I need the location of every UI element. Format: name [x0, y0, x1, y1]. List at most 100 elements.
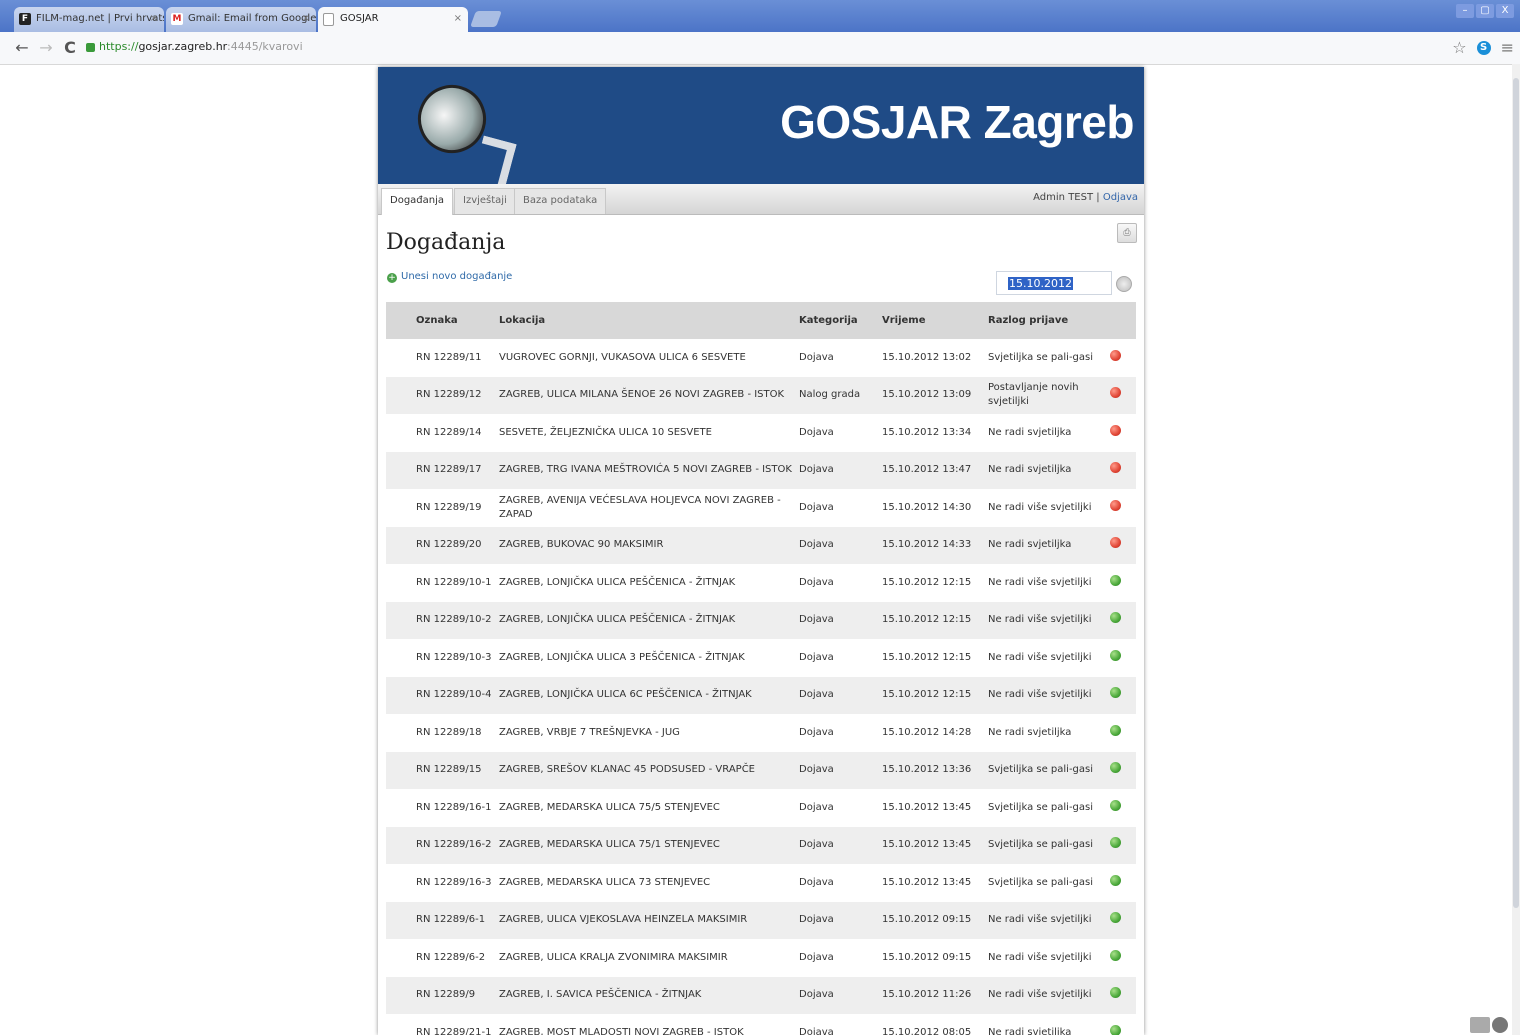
table-row[interactable]: RN 12289/16-3 ZAGREB, MEDARSKA ULICA 73 S…	[386, 864, 1136, 902]
cell-lokacija: ZAGREB, TRG IVANA MEŠTROVIĆA 5 NOVI ZAGR…	[499, 451, 799, 489]
maximize-button[interactable]: ▢	[1476, 4, 1494, 18]
col-header-oznaka[interactable]: Oznaka	[386, 302, 499, 339]
cell-lokacija: ZAGREB, LONJIČKA ULICA 3 PEŠČENICA - ŽIT…	[499, 651, 745, 663]
status-red-icon[interactable]	[1110, 462, 1121, 474]
minimize-button[interactable]: –	[1456, 4, 1474, 18]
logout-link[interactable]: Odjava	[1103, 192, 1138, 203]
table-row[interactable]: RN 12289/6-1 ZAGREB, ULICA VJEKOSLAVA HEI…	[386, 901, 1136, 939]
cell-oznaka: RN 12289/20	[386, 526, 499, 564]
date-field[interactable]: 15.10.2012	[996, 271, 1112, 295]
cell-razlog: Ne radi više svjetiljki	[988, 651, 1092, 663]
calendar-icon[interactable]	[1116, 276, 1132, 292]
status-green-icon[interactable]	[1110, 912, 1121, 924]
status-red-icon[interactable]	[1110, 499, 1121, 511]
table-row[interactable]: RN 12289/10-4 ZAGREB, LONJIČKA ULICA 6C P…	[386, 676, 1136, 714]
browser-tab-gosjar[interactable]: GOSJAR ×	[318, 7, 468, 32]
table-row[interactable]: RN 12289/12 ZAGREB, ULICA MILANA ŠENOE 26…	[386, 376, 1136, 414]
table-row[interactable]: RN 12289/11 VUGROVEC GORNJI, VUKASOVA ULI…	[386, 339, 1136, 377]
status-red-icon[interactable]	[1110, 424, 1121, 436]
table-row[interactable]: RN 12289/20 ZAGREB, BUKOVAC 90 MAKSIMIR Do…	[386, 526, 1136, 564]
status-green-icon[interactable]	[1110, 687, 1121, 699]
col-header-razlog[interactable]: Razlog prijave	[988, 302, 1110, 339]
cell-vrijeme: 15.10.2012 13:02	[882, 351, 972, 363]
table-row[interactable]: RN 12289/21-1 ZAGREB, MOST MLADOSTI NOVI …	[386, 1014, 1136, 1035]
tab-baza-podataka[interactable]: Baza podataka	[514, 188, 607, 214]
forward-arrow-icon[interactable]: →	[36, 38, 56, 57]
events-table: Oznaka Lokacija Kategorija Vrijeme Razlo…	[386, 302, 1136, 1035]
cell-lokacija: ZAGREB, ULICA VJEKOSLAVA HEINZELA MAKSIM…	[499, 901, 799, 939]
page-container: GOSJAR Zagreb Događanja Izvještaji Baza …	[378, 67, 1144, 1035]
cell-razlog: Ne radi više svjetiljki	[988, 501, 1092, 513]
film-favicon-icon: F	[19, 13, 31, 25]
cell-razlog: Ne radi svjetiljka	[988, 1026, 1072, 1035]
status-green-icon[interactable]	[1110, 799, 1121, 811]
status-green-icon[interactable]	[1110, 724, 1121, 736]
table-row[interactable]: RN 12289/16-1 ZAGREB, MEDARSKA ULICA 75/5…	[386, 789, 1136, 827]
status-green-icon[interactable]	[1110, 612, 1121, 624]
new-tab-button[interactable]	[470, 11, 502, 27]
cell-razlog: Ne radi više svjetiljki	[988, 601, 1110, 639]
cell-status	[1110, 789, 1136, 827]
date-field-value: 15.10.2012	[1008, 277, 1073, 290]
col-header-lokacija[interactable]: Lokacija	[499, 302, 799, 339]
status-red-icon[interactable]	[1110, 349, 1121, 361]
cell-status	[1110, 601, 1136, 639]
close-tab-icon[interactable]: ×	[302, 7, 310, 31]
table-row[interactable]: RN 12289/18 ZAGREB, VRBJE 7 TREŠNJEVKA - …	[386, 714, 1136, 752]
cell-oznaka: RN 12289/21-1	[416, 1026, 492, 1035]
close-window-button[interactable]: X	[1496, 4, 1514, 18]
table-row[interactable]: RN 12289/9 ZAGREB, I. SAVICA PEŠČENICA - …	[386, 976, 1136, 1014]
cell-status	[1110, 339, 1136, 377]
status-green-icon[interactable]	[1110, 874, 1121, 886]
print-icon[interactable]: ⎙	[1117, 223, 1137, 243]
address-bar[interactable]: https://gosjar.zagreb.hr:4445/kvarovi	[86, 37, 1446, 57]
reload-icon[interactable]: C	[60, 38, 80, 57]
close-tab-icon[interactable]: ×	[150, 7, 158, 31]
cell-vrijeme: 15.10.2012 14:33	[882, 526, 988, 564]
cell-oznaka: RN 12289/16-1	[416, 801, 492, 813]
add-event-link[interactable]: + Unesi novo događanje	[387, 271, 512, 283]
table-row[interactable]: RN 12289/15 ZAGREB, SREŠOV KLANAC 45 PODS…	[386, 751, 1136, 789]
table-row[interactable]: RN 12289/14 SESVETE, ŽELJEZNIČKA ULICA 10…	[386, 414, 1136, 452]
status-extension-icon[interactable]	[1470, 1017, 1490, 1033]
bookmark-star-icon[interactable]: ☆	[1452, 38, 1466, 57]
cell-lokacija: ZAGREB, LONJIČKA ULICA PEŠČENICA - ŽITNJ…	[499, 576, 736, 588]
browser-tab-film[interactable]: F FILM-mag.net | Prvi hrvatski ×	[14, 7, 164, 32]
tab-izvjestaji[interactable]: Izvještaji	[454, 188, 516, 214]
table-row[interactable]: RN 12289/19 ZAGREB, AVENIJA VEĆESLAVA HOL…	[386, 489, 1136, 527]
cell-vrijeme: 15.10.2012 12:15	[882, 576, 972, 588]
cell-lokacija: ZAGREB, MOST MLADOSTI NOVI ZAGREB - ISTO…	[499, 1026, 744, 1035]
cell-oznaka: RN 12289/6-1	[386, 901, 499, 939]
table-row[interactable]: RN 12289/16-2 ZAGREB, MEDARSKA ULICA 75/1…	[386, 826, 1136, 864]
extension-icon[interactable]: S	[1476, 40, 1491, 55]
table-row[interactable]: RN 12289/10-1 ZAGREB, LONJIČKA ULICA PEŠČ…	[386, 564, 1136, 602]
status-green-icon[interactable]	[1110, 762, 1121, 774]
table-row[interactable]: RN 12289/10-3 ZAGREB, LONJIČKA ULICA 3 PE…	[386, 639, 1136, 677]
status-green-icon[interactable]	[1110, 1024, 1121, 1035]
add-icon: +	[387, 273, 397, 283]
table-row[interactable]: RN 12289/17 ZAGREB, TRG IVANA MEŠTROVIĆA …	[386, 451, 1136, 489]
cell-oznaka: RN 12289/10-4	[386, 676, 499, 714]
scrollbar-thumb[interactable]	[1513, 78, 1519, 908]
table-row[interactable]: RN 12289/10-2 ZAGREB, LONJIČKA ULICA PEŠČ…	[386, 601, 1136, 639]
status-red-icon[interactable]	[1110, 537, 1121, 549]
menu-icon[interactable]: ≡	[1501, 38, 1514, 57]
back-arrow-icon[interactable]: ←	[12, 38, 32, 57]
col-header-vrijeme[interactable]: Vrijeme	[882, 302, 988, 339]
close-tab-icon[interactable]: ×	[454, 7, 462, 31]
col-header-kategorija[interactable]: Kategorija	[799, 302, 882, 339]
status-red-icon[interactable]	[1110, 387, 1121, 399]
status-green-icon[interactable]	[1110, 649, 1121, 661]
status-green-icon[interactable]	[1110, 949, 1121, 961]
table-row[interactable]: RN 12289/6-2 ZAGREB, ULICA KRALJA ZVONIMI…	[386, 939, 1136, 977]
cell-razlog: Ne radi svjetiljka	[988, 726, 1072, 738]
cell-status	[1110, 901, 1136, 939]
status-green-icon[interactable]	[1110, 837, 1121, 849]
tab-dogadanja[interactable]: Događanja	[381, 188, 454, 215]
status-green-icon[interactable]	[1110, 574, 1121, 586]
status-circle-icon[interactable]	[1492, 1017, 1508, 1033]
lock-icon	[86, 42, 95, 52]
browser-tab-gmail[interactable]: M Gmail: Email from Google ×	[166, 7, 316, 32]
cell-vrijeme: 15.10.2012 13:36	[882, 751, 988, 789]
status-green-icon[interactable]	[1110, 987, 1121, 999]
